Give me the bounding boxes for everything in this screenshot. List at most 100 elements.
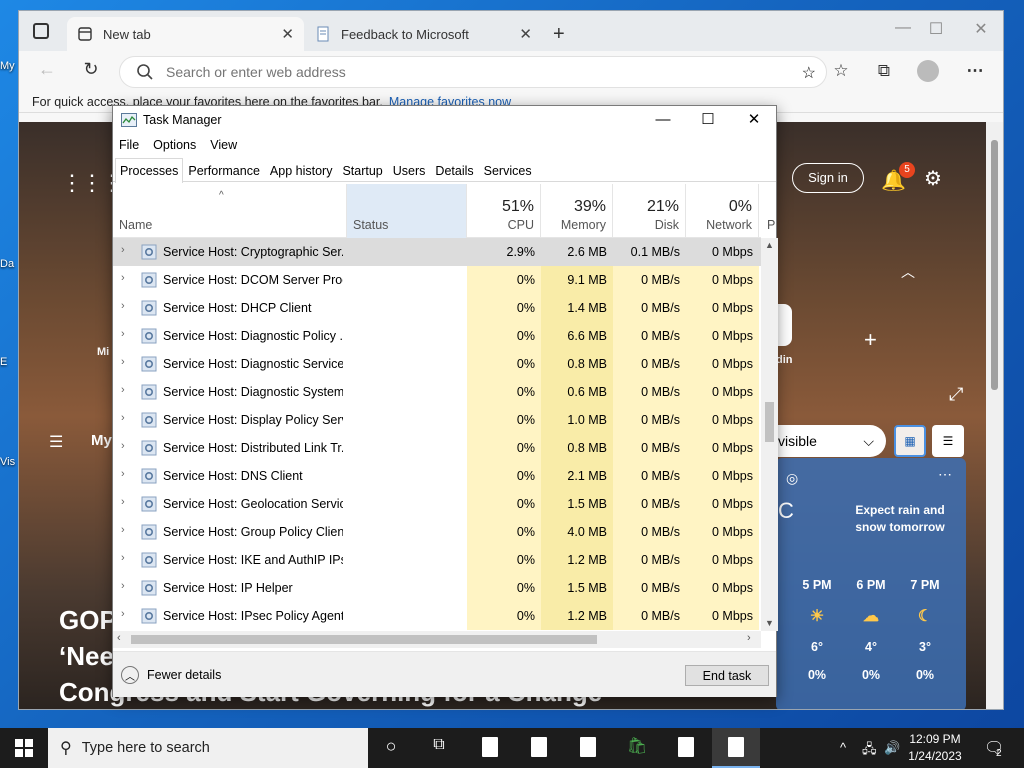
back-button[interactable]: ← — [33, 59, 61, 83]
expand-chevron-icon[interactable]: › — [121, 272, 125, 284]
expand-chevron-icon[interactable]: › — [121, 300, 125, 312]
scroll-up-icon[interactable]: ▲ — [765, 240, 774, 250]
volume-icon[interactable]: 🔊 — [884, 740, 900, 756]
column-network[interactable]: 0% Network — [686, 184, 759, 238]
scroll-thumb[interactable] — [991, 140, 998, 390]
process-row[interactable]: › Service Host: DCOM Server Proc... 0% 9.1 … — [113, 266, 761, 294]
column-cpu[interactable]: 51% CPU — [467, 184, 541, 238]
chevron-up-icon[interactable]: ^ — [840, 740, 846, 755]
scroll-thumb[interactable] — [131, 635, 597, 644]
omnibox[interactable]: ☆ — [119, 56, 827, 88]
file-icon[interactable] — [482, 737, 498, 757]
menu-file[interactable]: File — [119, 138, 139, 152]
process-row[interactable]: › Service Host: IPsec Policy Agent 0% 1.2 M… — [113, 602, 761, 630]
process-row[interactable]: › Service Host: IP Helper 0% 1.5 MB 0 MB/s 0 … — [113, 574, 761, 602]
page-scrollbar[interactable] — [986, 122, 1003, 709]
minimize-button[interactable]: — — [640, 106, 686, 134]
process-row[interactable]: › Service Host: IKE and AuthIP IPs... 0% 1.… — [113, 546, 761, 574]
column-power[interactable]: P — [759, 184, 775, 238]
close-icon[interactable]: ✕ — [281, 25, 294, 43]
process-row[interactable]: › Service Host: Geolocation Service 0% 1.5 … — [113, 490, 761, 518]
process-row[interactable]: › Service Host: Cryptographic Ser... 2.9% 2… — [113, 238, 761, 266]
process-row[interactable]: › Service Host: Group Policy Client 0% 4.0 … — [113, 518, 761, 546]
file-icon[interactable] — [678, 737, 694, 757]
fewer-details-button[interactable]: ︿ Fewer details — [121, 666, 221, 684]
favorites-icon[interactable]: ☆ — [829, 61, 853, 83]
title-bar[interactable]: Task Manager — ☐ ✕ — [113, 106, 776, 134]
scroll-right-icon[interactable]: › — [747, 632, 751, 644]
horizontal-scrollbar[interactable]: ‹ › — [113, 631, 761, 648]
sign-in-button[interactable]: Sign in — [792, 163, 864, 193]
tab-actions-icon[interactable] — [33, 23, 49, 39]
menu-icon[interactable]: ☰ — [49, 432, 63, 452]
weather-card[interactable]: ◎ ⋯ C Expect rain and snow tomorrow 5 PM… — [776, 458, 966, 709]
quicklink-label[interactable]: din — [776, 354, 793, 366]
grid-view-button[interactable]: ▦ — [894, 425, 926, 457]
tab-performance[interactable]: Performance — [183, 158, 265, 182]
gear-icon[interactable]: ⚙ — [924, 166, 942, 191]
expand-chevron-icon[interactable]: › — [121, 356, 125, 368]
expand-chevron-icon[interactable]: › — [121, 328, 125, 340]
desktop-icon-label[interactable]: My — [0, 60, 15, 72]
add-quicklink-icon[interactable]: + — [864, 327, 877, 353]
cortana-icon[interactable]: ○ — [378, 736, 404, 760]
vertical-scrollbar[interactable]: ▲ ▼ — [761, 238, 778, 631]
tab-startup[interactable]: Startup — [337, 158, 387, 182]
maximize-button[interactable]: ☐ — [685, 106, 731, 134]
layout-dropdown[interactable]: visible ⌵ — [776, 425, 886, 457]
collections-icon[interactable]: ⧉ — [872, 61, 896, 83]
process-row[interactable]: › Service Host: Diagnostic System... 0% 0.6… — [113, 378, 761, 406]
column-status[interactable]: Status — [347, 184, 467, 238]
process-row[interactable]: › Service Host: Distributed Link Tr... 0% 0… — [113, 434, 761, 462]
active-app-button[interactable] — [712, 728, 760, 768]
desktop-icon-label[interactable]: Vis — [0, 456, 15, 468]
my-feed-label[interactable]: My — [91, 432, 112, 449]
column-name[interactable]: ^ Name — [113, 184, 347, 238]
clock[interactable]: 12:09 PM 1/24/2023 — [900, 731, 970, 765]
menu-view[interactable]: View — [210, 138, 237, 152]
expand-chevron-icon[interactable]: › — [121, 496, 125, 508]
expand-chevron-icon[interactable]: › — [121, 244, 125, 256]
new-tab-button[interactable]: + — [553, 23, 565, 46]
tab-app-history[interactable]: App history — [265, 158, 338, 182]
scroll-down-icon[interactable]: ▼ — [765, 618, 774, 628]
file-icon[interactable] — [580, 737, 596, 757]
desktop-icon-label[interactable]: E — [0, 356, 7, 368]
expand-chevron-icon[interactable]: › — [121, 552, 125, 564]
tab-feedback[interactable]: Feedback to Microsoft ✕ — [305, 17, 542, 51]
tab-new-tab[interactable]: New tab ✕ — [67, 17, 304, 51]
network-icon[interactable]: 🖧 — [862, 740, 877, 762]
expand-chevron-icon[interactable]: › — [121, 384, 125, 396]
column-memory[interactable]: 39% Memory — [541, 184, 613, 238]
expand-icon[interactable]: ⤢ — [949, 384, 963, 405]
profile-avatar[interactable] — [917, 60, 939, 82]
tab-users[interactable]: Users — [388, 158, 431, 182]
maximize-button[interactable]: ☐ — [916, 19, 956, 43]
end-task-button[interactable]: End task — [685, 665, 769, 686]
expand-chevron-icon[interactable]: › — [121, 440, 125, 452]
expand-chevron-icon[interactable]: › — [121, 580, 125, 592]
expand-chevron-icon[interactable]: › — [121, 608, 125, 620]
more-icon[interactable]: ⋯ — [938, 466, 952, 483]
tab-services[interactable]: Services — [479, 158, 537, 182]
tab-processes[interactable]: Processes — [115, 158, 184, 183]
more-menu-icon[interactable]: ⋯ — [963, 61, 987, 83]
scroll-thumb[interactable] — [765, 402, 774, 442]
close-icon[interactable]: ✕ — [519, 25, 532, 43]
store-icon[interactable]: 🛍 — [624, 736, 650, 760]
task-view-icon[interactable]: ⧉ — [426, 736, 452, 760]
desktop-icon-label[interactable]: Da — [0, 258, 14, 270]
process-row[interactable]: › Service Host: DHCP Client 0% 1.4 MB 0 MB/s… — [113, 294, 761, 322]
expand-chevron-icon[interactable]: › — [121, 412, 125, 424]
add-favorite-icon[interactable]: ☆ — [802, 63, 816, 83]
address-input[interactable] — [166, 64, 766, 80]
process-row[interactable]: › Service Host: Diagnostic Policy ... 0% 6.… — [113, 322, 761, 350]
expand-chevron-icon[interactable]: › — [121, 524, 125, 536]
scroll-left-icon[interactable]: ‹ — [117, 632, 121, 644]
quicklink-label[interactable]: Mi — [97, 346, 109, 358]
start-button[interactable] — [0, 728, 48, 768]
close-window-button[interactable]: ✕ — [731, 106, 777, 134]
list-view-button[interactable]: ☰ — [932, 425, 964, 457]
file-icon[interactable] — [531, 737, 547, 757]
quicklink-tile[interactable] — [776, 304, 792, 346]
